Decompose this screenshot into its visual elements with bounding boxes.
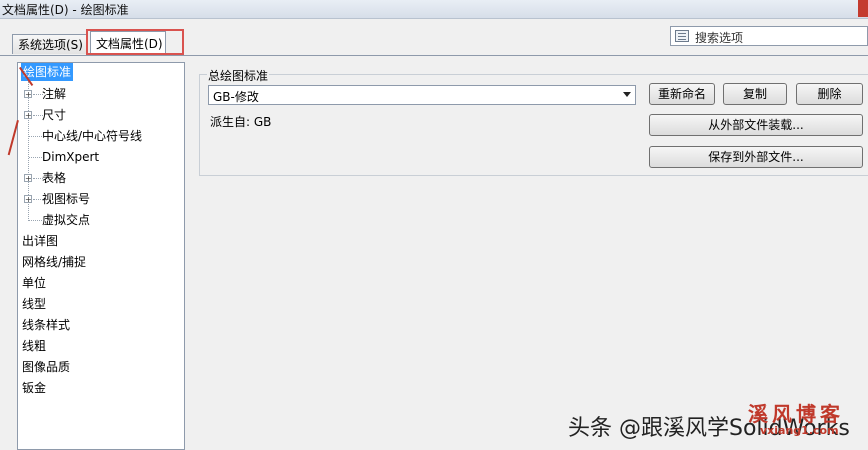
tree-item-tables[interactable]: 表格 bbox=[42, 169, 66, 187]
tree-item-line-style[interactable]: 线条样式 bbox=[22, 316, 70, 334]
tab-document-properties[interactable]: 文档属性(D) bbox=[90, 31, 166, 55]
rename-button[interactable]: 重新命名 bbox=[649, 83, 715, 105]
save-to-file-button[interactable]: 保存到外部文件... bbox=[649, 146, 863, 168]
tree-item-image-quality[interactable]: 图像品质 bbox=[22, 358, 70, 376]
load-from-file-button[interactable]: 从外部文件装载... bbox=[649, 114, 863, 136]
tree-item-sheet-metal[interactable]: 钣金 bbox=[22, 379, 46, 397]
tree-connector bbox=[29, 136, 42, 138]
derived-from-label: 派生自: GB bbox=[210, 115, 272, 129]
copy-button[interactable]: 复制 bbox=[723, 83, 787, 105]
tree-item-annotations[interactable]: 注解 bbox=[42, 85, 66, 103]
tree-connector bbox=[29, 220, 42, 222]
standard-select-value: GB-修改 bbox=[213, 90, 259, 104]
tree-item-dimensions[interactable]: 尺寸 bbox=[42, 106, 66, 124]
tree-item-centerlines[interactable]: 中心线/中心符号线 bbox=[42, 127, 142, 145]
tree-item-grid-snap[interactable]: 网格线/捕捉 bbox=[22, 253, 86, 271]
tree-item-units[interactable]: 单位 bbox=[22, 274, 46, 292]
watermark-stamp: 溪风博客 bbox=[748, 402, 844, 426]
expand-icon[interactable]: + bbox=[24, 90, 32, 99]
close-button[interactable] bbox=[858, 0, 868, 17]
title-bar: 文档属性(D) - 绘图标准 bbox=[0, 0, 868, 19]
delete-button[interactable]: 删除 bbox=[796, 83, 863, 105]
options-tree[interactable]: 绘图标准 + 注解 + 尺寸 中心线/中心符号线 DimXpert + 表格 +… bbox=[17, 62, 185, 450]
watermark-url: vxiang1.com bbox=[760, 424, 839, 437]
tree-item-dimxpert[interactable]: DimXpert bbox=[42, 148, 99, 166]
list-icon bbox=[675, 30, 689, 42]
search-label: 搜索选项 bbox=[695, 31, 744, 45]
group-label: 总绘图标准 bbox=[207, 67, 270, 84]
tree-item-line-thickness[interactable]: 线粗 bbox=[22, 337, 46, 355]
expand-icon[interactable]: + bbox=[24, 111, 32, 120]
dropdown-arrow-icon bbox=[623, 92, 631, 97]
tab-system-options[interactable]: 系统选项(S) bbox=[12, 34, 88, 54]
standard-select[interactable]: GB-修改 bbox=[208, 85, 636, 105]
expand-icon[interactable]: + bbox=[24, 195, 32, 204]
expand-icon[interactable]: + bbox=[24, 174, 32, 183]
tree-item-view-labels[interactable]: 视图标号 bbox=[42, 190, 90, 208]
tree-item-virtual-sharps[interactable]: 虚拟交点 bbox=[42, 211, 90, 229]
window-title: 文档属性(D) - 绘图标准 bbox=[2, 3, 129, 17]
tree-connector bbox=[29, 157, 42, 159]
tree-item-detailing[interactable]: 出详图 bbox=[22, 232, 58, 250]
tree-item-line-font[interactable]: 线型 bbox=[22, 295, 46, 313]
search-options-box[interactable]: 搜索选项 bbox=[670, 26, 868, 46]
